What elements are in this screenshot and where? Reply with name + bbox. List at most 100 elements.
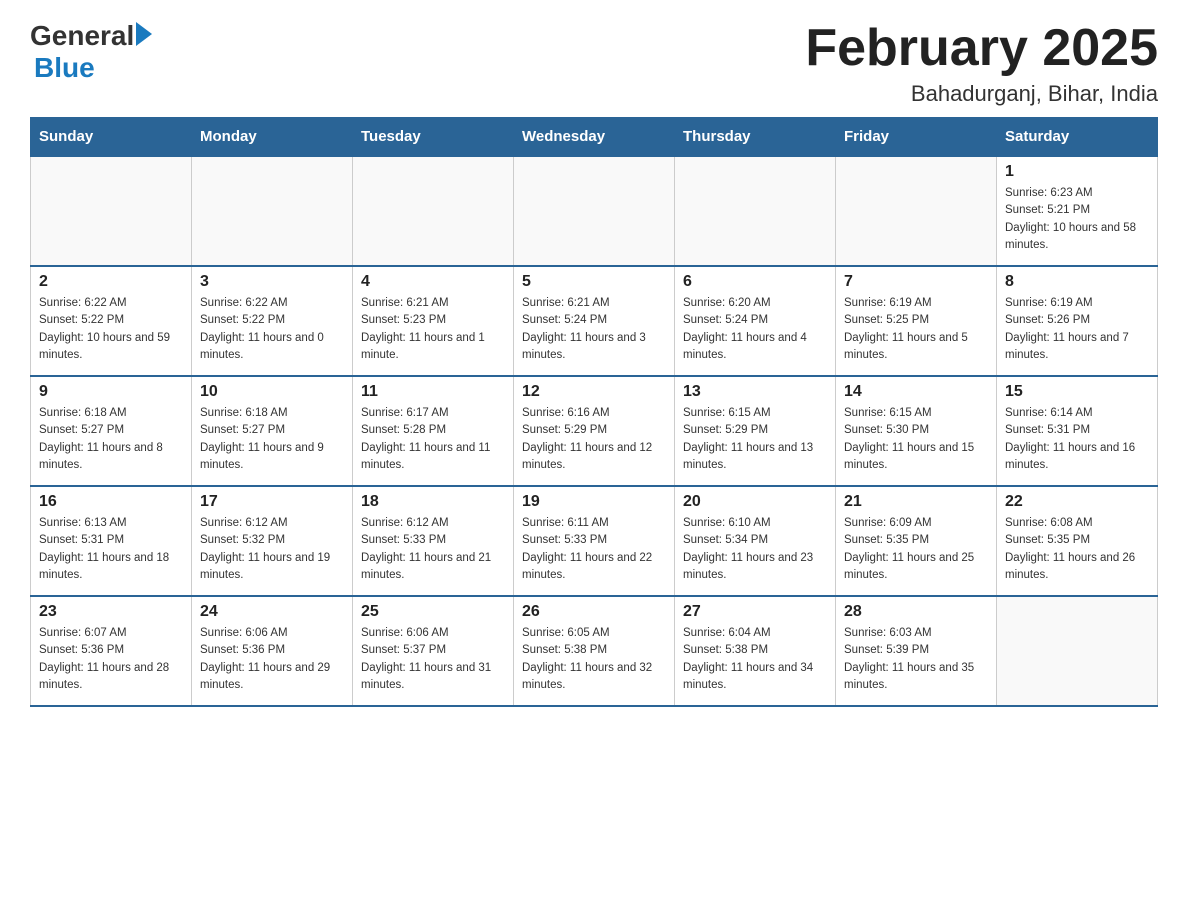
day-number: 5: [522, 273, 666, 291]
calendar-cell: [353, 156, 514, 266]
day-info: Sunrise: 6:05 AM Sunset: 5:38 PM Dayligh…: [522, 625, 666, 694]
logo-blue: Blue: [34, 52, 95, 84]
logo-arrow-icon: [136, 22, 152, 46]
day-info: Sunrise: 6:15 AM Sunset: 5:30 PM Dayligh…: [844, 405, 988, 474]
month-title: February 2025: [805, 20, 1158, 77]
day-number: 6: [683, 273, 827, 291]
calendar-cell: 25 Sunrise: 6:06 AM Sunset: 5:37 PM Dayli…: [353, 596, 514, 706]
col-header-saturday: Saturday: [997, 118, 1158, 157]
calendar-cell: 18Sunrise: 6:12 AM Sunset: 5:33 PM Dayli…: [353, 486, 514, 596]
day-info: Sunrise: 6:15 AM Sunset: 5:29 PM Dayligh…: [683, 405, 827, 474]
day-number: 25: [361, 603, 505, 621]
day-info: Sunrise: 6:21 AM Sunset: 5:24 PM Dayligh…: [522, 295, 666, 364]
day-info: Sunrise: 6:22 AM Sunset: 5:22 PM Dayligh…: [200, 295, 344, 364]
day-number: 7: [844, 273, 988, 291]
day-number: 13: [683, 383, 827, 401]
day-info: Sunrise: 6:20 AM Sunset: 5:24 PM Dayligh…: [683, 295, 827, 364]
day-info: Sunrise: 6:11 AM Sunset: 5:33 PM Dayligh…: [522, 515, 666, 584]
day-number: 22: [1005, 493, 1149, 511]
day-info: Sunrise: 6:16 AM Sunset: 5:29 PM Dayligh…: [522, 405, 666, 474]
day-info: Sunrise: 6:03 AM Sunset: 5:39 PM Dayligh…: [844, 625, 988, 694]
calendar-cell: 26 Sunrise: 6:05 AM Sunset: 5:38 PM Dayli…: [514, 596, 675, 706]
calendar-cell: 20Sunrise: 6:10 AM Sunset: 5:34 PM Dayli…: [675, 486, 836, 596]
day-info: Sunrise: 6:06 AM Sunset: 5:37 PM Dayligh…: [361, 625, 505, 694]
day-number: 18: [361, 493, 505, 511]
day-number: 1: [1005, 163, 1149, 181]
calendar-cell: 9 Sunrise: 6:18 AM Sunset: 5:27 PM Daylig…: [31, 376, 192, 486]
day-info: Sunrise: 6:07 AM Sunset: 5:36 PM Dayligh…: [39, 625, 183, 694]
calendar-header-row: SundayMondayTuesdayWednesdayThursdayFrid…: [31, 118, 1158, 157]
calendar-cell: 10 Sunrise: 6:18 AM Sunset: 5:27 PM Dayli…: [192, 376, 353, 486]
calendar-week-row: 16 Sunrise: 6:13 AM Sunset: 5:31 PM Dayli…: [31, 486, 1158, 596]
day-number: 4: [361, 273, 505, 291]
day-info: Sunrise: 6:10 AM Sunset: 5:34 PM Dayligh…: [683, 515, 827, 584]
calendar-cell: [514, 156, 675, 266]
calendar-cell: 4 Sunrise: 6:21 AM Sunset: 5:23 PM Daylig…: [353, 266, 514, 376]
day-number: 26: [522, 603, 666, 621]
day-number: 21: [844, 493, 988, 511]
day-info: Sunrise: 6:08 AM Sunset: 5:35 PM Dayligh…: [1005, 515, 1149, 584]
calendar-cell: 28 Sunrise: 6:03 AM Sunset: 5:39 PM Dayli…: [836, 596, 997, 706]
day-number: 8: [1005, 273, 1149, 291]
calendar-cell: 16 Sunrise: 6:13 AM Sunset: 5:31 PM Dayli…: [31, 486, 192, 596]
calendar-cell: 15 Sunrise: 6:14 AM Sunset: 5:31 PM Dayli…: [997, 376, 1158, 486]
day-info: Sunrise: 6:19 AM Sunset: 5:26 PM Dayligh…: [1005, 295, 1149, 364]
calendar-cell: [997, 596, 1158, 706]
col-header-thursday: Thursday: [675, 118, 836, 157]
calendar-cell: 19Sunrise: 6:11 AM Sunset: 5:33 PM Dayli…: [514, 486, 675, 596]
col-header-monday: Monday: [192, 118, 353, 157]
calendar-cell: 6 Sunrise: 6:20 AM Sunset: 5:24 PM Daylig…: [675, 266, 836, 376]
day-info: Sunrise: 6:04 AM Sunset: 5:38 PM Dayligh…: [683, 625, 827, 694]
calendar-cell: [675, 156, 836, 266]
day-number: 3: [200, 273, 344, 291]
col-header-wednesday: Wednesday: [514, 118, 675, 157]
title-block: February 2025 Bahadurganj, Bihar, India: [805, 20, 1158, 107]
day-number: 15: [1005, 383, 1149, 401]
day-info: Sunrise: 6:21 AM Sunset: 5:23 PM Dayligh…: [361, 295, 505, 364]
logo: General Blue: [30, 20, 152, 84]
day-info: Sunrise: 6:18 AM Sunset: 5:27 PM Dayligh…: [200, 405, 344, 474]
calendar-cell: 13 Sunrise: 6:15 AM Sunset: 5:29 PM Dayli…: [675, 376, 836, 486]
calendar-table: SundayMondayTuesdayWednesdayThursdayFrid…: [30, 117, 1158, 707]
day-info: Sunrise: 6:06 AM Sunset: 5:36 PM Dayligh…: [200, 625, 344, 694]
calendar-cell: 11 Sunrise: 6:17 AM Sunset: 5:28 PM Dayli…: [353, 376, 514, 486]
day-number: 9: [39, 383, 183, 401]
col-header-sunday: Sunday: [31, 118, 192, 157]
day-info: Sunrise: 6:23 AM Sunset: 5:21 PM Dayligh…: [1005, 185, 1149, 254]
day-info: Sunrise: 6:13 AM Sunset: 5:31 PM Dayligh…: [39, 515, 183, 584]
day-number: 16: [39, 493, 183, 511]
calendar-cell: 23 Sunrise: 6:07 AM Sunset: 5:36 PM Dayli…: [31, 596, 192, 706]
day-number: 11: [361, 383, 505, 401]
day-info: Sunrise: 6:18 AM Sunset: 5:27 PM Dayligh…: [39, 405, 183, 474]
logo-general: General: [30, 20, 134, 52]
calendar-cell: 22 Sunrise: 6:08 AM Sunset: 5:35 PM Dayli…: [997, 486, 1158, 596]
calendar-cell: 5 Sunrise: 6:21 AM Sunset: 5:24 PM Daylig…: [514, 266, 675, 376]
day-number: 2: [39, 273, 183, 291]
calendar-week-row: 2 Sunrise: 6:22 AM Sunset: 5:22 PM Daylig…: [31, 266, 1158, 376]
col-header-friday: Friday: [836, 118, 997, 157]
calendar-cell: 2 Sunrise: 6:22 AM Sunset: 5:22 PM Daylig…: [31, 266, 192, 376]
day-number: 14: [844, 383, 988, 401]
calendar-week-row: 23 Sunrise: 6:07 AM Sunset: 5:36 PM Dayli…: [31, 596, 1158, 706]
calendar-cell: 1 Sunrise: 6:23 AM Sunset: 5:21 PM Daylig…: [997, 156, 1158, 266]
day-info: Sunrise: 6:17 AM Sunset: 5:28 PM Dayligh…: [361, 405, 505, 474]
calendar-cell: 3 Sunrise: 6:22 AM Sunset: 5:22 PM Daylig…: [192, 266, 353, 376]
day-info: Sunrise: 6:12 AM Sunset: 5:32 PM Dayligh…: [200, 515, 344, 584]
calendar-cell: 12Sunrise: 6:16 AM Sunset: 5:29 PM Dayli…: [514, 376, 675, 486]
calendar-cell: 27Sunrise: 6:04 AM Sunset: 5:38 PM Dayli…: [675, 596, 836, 706]
calendar-cell: [836, 156, 997, 266]
calendar-cell: [31, 156, 192, 266]
day-info: Sunrise: 6:22 AM Sunset: 5:22 PM Dayligh…: [39, 295, 183, 364]
calendar-cell: 24Sunrise: 6:06 AM Sunset: 5:36 PM Dayli…: [192, 596, 353, 706]
day-number: 17: [200, 493, 344, 511]
location-title: Bahadurganj, Bihar, India: [805, 81, 1158, 107]
day-number: 28: [844, 603, 988, 621]
day-info: Sunrise: 6:14 AM Sunset: 5:31 PM Dayligh…: [1005, 405, 1149, 474]
day-number: 23: [39, 603, 183, 621]
calendar-cell: 8 Sunrise: 6:19 AM Sunset: 5:26 PM Daylig…: [997, 266, 1158, 376]
calendar-week-row: 9 Sunrise: 6:18 AM Sunset: 5:27 PM Daylig…: [31, 376, 1158, 486]
day-info: Sunrise: 6:19 AM Sunset: 5:25 PM Dayligh…: [844, 295, 988, 364]
calendar-cell: 21Sunrise: 6:09 AM Sunset: 5:35 PM Dayli…: [836, 486, 997, 596]
day-number: 10: [200, 383, 344, 401]
calendar-cell: [192, 156, 353, 266]
